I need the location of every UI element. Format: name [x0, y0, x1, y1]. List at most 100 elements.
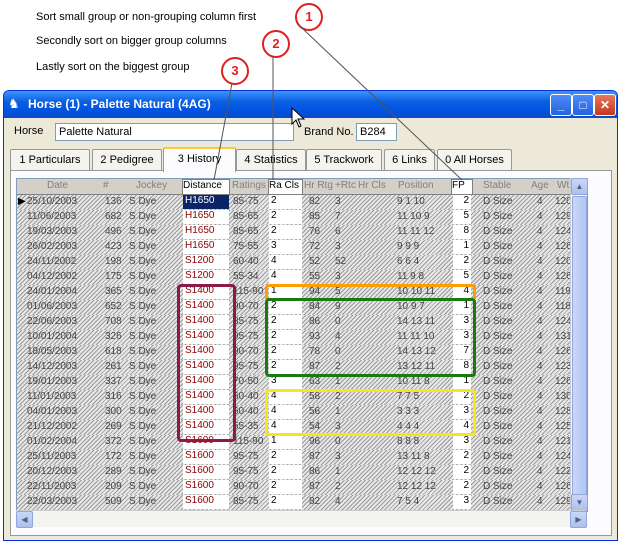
cell-number[interactable]: 175	[105, 271, 122, 284]
column-header-number[interactable]: #	[103, 180, 109, 194]
cell-number[interactable]: 337	[105, 376, 122, 389]
cell-position[interactable]: 9 9 9	[397, 241, 419, 254]
cell-position[interactable]: 10 9 7	[397, 301, 425, 314]
cell-stable[interactable]: D Size	[483, 466, 512, 479]
cell-ra-cls[interactable]: 2	[269, 210, 302, 224]
column-header-ra-cls[interactable]: Ra Cls	[268, 179, 303, 195]
column-header-hr-cls[interactable]: Hr Cls	[358, 180, 386, 194]
cell-hr-rtg[interactable]: 85	[309, 211, 320, 224]
cell-hr-rtg[interactable]: 82	[309, 196, 320, 209]
column-header-stable[interactable]: Stable	[483, 180, 511, 194]
cell-fp[interactable]: 2	[453, 465, 471, 479]
cell-hr-rtg[interactable]: 72	[309, 241, 320, 254]
scroll-right-arrow-icon[interactable]: ▶	[570, 511, 587, 528]
cell-ra-cls[interactable]: 1	[269, 285, 302, 299]
cell-stable[interactable]: D Size	[483, 316, 512, 329]
cell-number[interactable]: 496	[105, 226, 122, 239]
cell-jockey[interactable]: S Dye	[129, 331, 156, 344]
cell-hr-rtg[interactable]: 87	[309, 451, 320, 464]
cell-fp[interactable]: 3	[453, 405, 471, 419]
cell-age[interactable]: 4	[537, 226, 543, 239]
cell-distance[interactable]: H1650	[183, 195, 229, 209]
minimize-button[interactable]: _	[550, 94, 572, 116]
cell-distance[interactable]: S1400	[183, 315, 229, 329]
cell-distance[interactable]: S1400	[183, 330, 229, 344]
table-row[interactable]: 22/11/2003 209 S Dye S1600 90-70 2 87 2 12 12 12…	[17, 480, 573, 495]
cell-ratings[interactable]: 90-70	[233, 346, 259, 359]
cell-hr-rtg[interactable]: 82	[309, 496, 320, 509]
cell-stable[interactable]: D Size	[483, 241, 512, 254]
cell-age[interactable]: 4	[537, 316, 543, 329]
scroll-down-arrow-icon[interactable]: ▼	[571, 494, 588, 511]
cell-ra-cls[interactable]: 2	[269, 345, 302, 359]
cell-rtc[interactable]: 1	[335, 466, 341, 479]
column-header-hr-rtg[interactable]: Hr Rtg	[304, 180, 333, 194]
cell-date[interactable]: 21/12/2002	[27, 421, 77, 434]
cell-fp[interactable]: 2	[453, 390, 471, 404]
tab-history[interactable]: 3 History	[163, 147, 236, 172]
cell-hr-rtg[interactable]: 87	[309, 481, 320, 494]
cell-ra-cls[interactable]: 1	[269, 435, 302, 449]
cell-ratings[interactable]: 95-75	[233, 451, 259, 464]
cell-stable[interactable]: D Size	[483, 496, 512, 509]
cell-jockey[interactable]: S Dye	[129, 301, 156, 314]
cell-position[interactable]: 9 1 10	[397, 196, 425, 209]
cell-rtc[interactable]: 0	[335, 346, 341, 359]
table-row[interactable]: 18/05/2003 618 S Dye S1400 90-70 2 78 0 14 13 12…	[17, 345, 573, 360]
cell-date[interactable]: 19/03/2003	[27, 226, 77, 239]
cell-stable[interactable]: D Size	[483, 196, 512, 209]
cell-rtc[interactable]: 3	[335, 241, 341, 254]
cell-stable[interactable]: D Size	[483, 301, 512, 314]
cell-jockey[interactable]: S Dye	[129, 376, 156, 389]
cell-date[interactable]: 25/10/2003	[27, 196, 77, 209]
cell-distance[interactable]: S1400	[183, 375, 229, 389]
cell-number[interactable]: 136	[105, 196, 122, 209]
table-row[interactable]: 14/12/2003 261 S Dye S1400 95-75 2 87 2 13 12 11…	[17, 360, 573, 375]
cell-ra-cls[interactable]: 2	[269, 495, 302, 509]
table-row[interactable]: 01/06/2003 652 S Dye S1400 90-70 2 84 9 10 9 7 1D…	[17, 300, 573, 315]
cell-ra-cls[interactable]: 4	[269, 255, 302, 269]
cell-rtc[interactable]: 1	[335, 406, 341, 419]
cell-number[interactable]: 423	[105, 241, 122, 254]
cell-ratings[interactable]: 90-70	[233, 481, 259, 494]
cell-hr-rtg[interactable]: 78	[309, 346, 320, 359]
cell-date[interactable]: 11/01/2003	[27, 391, 76, 404]
table-row[interactable]: 21/12/2002 269 S Dye S1400 55-35 4 54 3 4 4 4 4 D …	[17, 420, 573, 435]
cell-hr-rtg[interactable]: 76	[309, 226, 320, 239]
cell-age[interactable]: 4	[537, 196, 543, 209]
cell-position[interactable]: 11 9 8	[397, 271, 424, 284]
cell-position[interactable]: 11 11 12	[397, 226, 434, 239]
cell-rtc[interactable]: 4	[335, 496, 341, 509]
cell-stable[interactable]: D Size	[483, 421, 512, 434]
cell-age[interactable]: 4	[537, 481, 543, 494]
cell-number[interactable]: 682	[105, 211, 122, 224]
cell-ratings[interactable]: 95-75	[233, 331, 259, 344]
cell-stable[interactable]: D Size	[483, 271, 512, 284]
cell-date[interactable]: 01/06/2003	[27, 301, 77, 314]
cell-date[interactable]: 20/12/2003	[27, 466, 77, 479]
cell-jockey[interactable]: S Dye	[129, 496, 156, 509]
cell-date[interactable]: 01/02/2004	[27, 436, 77, 449]
cell-date[interactable]: 10/01/2004	[27, 331, 77, 344]
cell-position[interactable]: 12 12 12	[397, 481, 436, 494]
cell-ratings[interactable]: 85-65	[233, 226, 259, 239]
cell-distance[interactable]: S1400	[183, 285, 229, 299]
cell-number[interactable]: 289	[105, 466, 122, 479]
cell-jockey[interactable]: S Dye	[129, 271, 156, 284]
cell-number[interactable]: 261	[105, 361, 122, 374]
cell-position[interactable]: 8 8 8	[397, 436, 419, 449]
cell-hr-rtg[interactable]: 93	[309, 331, 320, 344]
cell-rtc[interactable]: 2	[335, 481, 341, 494]
cell-date[interactable]: 24/11/2002	[27, 256, 76, 269]
tab-particulars[interactable]: 1 Particulars	[10, 149, 90, 170]
cell-ra-cls[interactable]: 2	[269, 360, 302, 374]
column-header-distance[interactable]: Distance	[182, 179, 230, 195]
cell-ra-cls[interactable]: 4	[269, 270, 302, 284]
cell-hr-rtg[interactable]: 56	[309, 406, 320, 419]
cell-fp[interactable]: 7	[453, 345, 471, 359]
cell-fp[interactable]: 4	[453, 285, 471, 299]
cell-hr-rtg[interactable]: 94	[309, 286, 320, 299]
cell-stable[interactable]: D Size	[483, 331, 512, 344]
cell-date[interactable]: 22/03/2003	[27, 496, 77, 509]
cell-date[interactable]: 04/01/2003	[27, 406, 77, 419]
